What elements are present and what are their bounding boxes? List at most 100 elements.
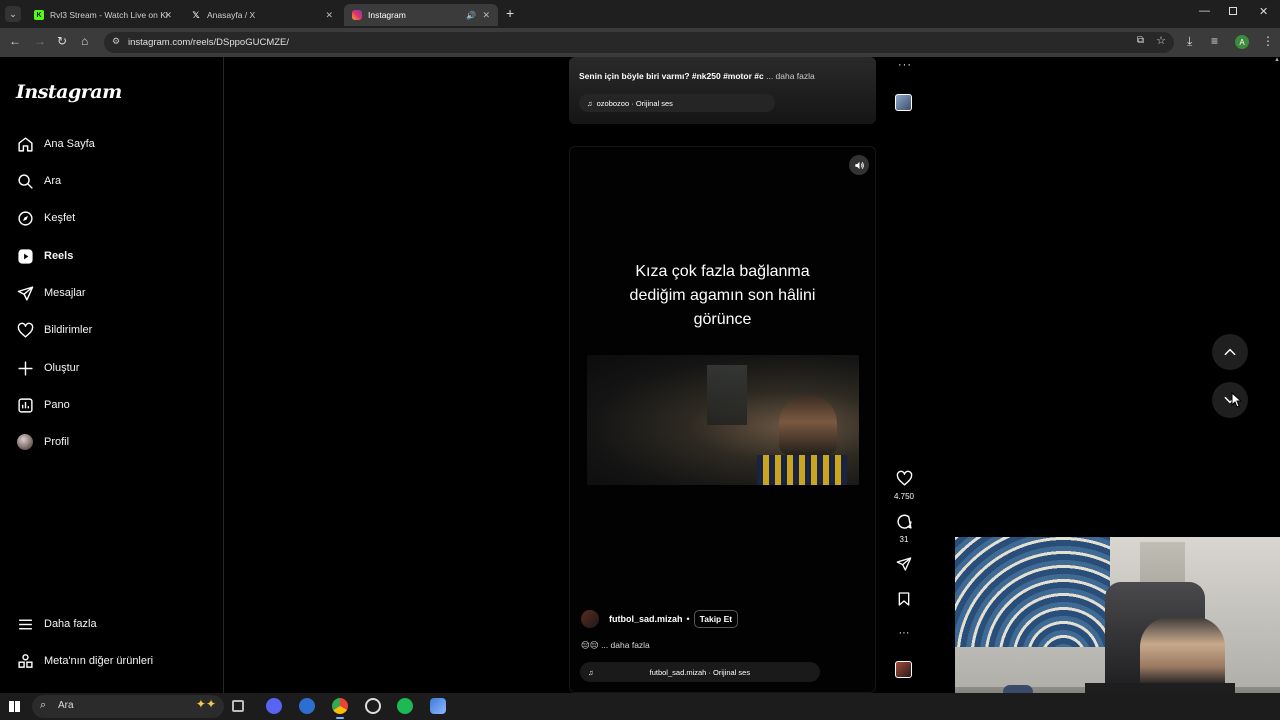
video-overlay-line-3: görünce [693,311,752,328]
music-note-icon: ♫ [587,98,593,108]
person-figure [779,395,837,455]
spotify-icon[interactable] [397,698,413,714]
tab-x[interactable]: 𝕏 Anasayfa / X ✕ [183,4,341,26]
home-icon[interactable]: ⌂ [81,34,88,48]
close-icon[interactable]: ✕ [325,10,333,21]
x-icon: 𝕏 [192,9,200,20]
kick-icon: K [34,10,44,20]
close-icon[interactable]: ✕ [482,10,490,21]
reel-card-previous[interactable]: Senin için böyle biri varmı? #nk250 #mot… [569,57,876,124]
tab-instagram[interactable]: Instagram 🔊 ✕ [344,4,498,26]
browser-address-bar: ← → ↻ ⌂ ⚙ instagram.com/reels/DSppoGUCMZ… [0,28,1280,57]
speaker-icon [854,161,864,169]
bookmark-star-icon[interactable]: ☆ [1156,34,1166,47]
comment-button[interactable] [893,513,915,532]
reel-caption: Senin için böyle biri varmı? #nk250 #mot… [579,71,815,81]
windows-start-icon[interactable] [9,701,20,712]
url-field[interactable]: ⚙ instagram.com/reels/DSppoGUCMZE/ ⧉ ☆ [104,32,1174,53]
menu-icon[interactable]: ⋮ [1262,34,1274,48]
sidebar-item-explore[interactable]: Keşfet [16,206,75,230]
compass-icon [16,209,34,227]
minimize-icon[interactable]: — [1199,5,1210,17]
reload-icon[interactable]: ↻ [57,34,67,48]
audio-pill[interactable]: ♫ ozobozoo · Orijinal ses [579,94,775,112]
sidebar-item-profile[interactable]: Profil [16,430,69,454]
more-menu-button[interactable]: Daha fazla [16,612,97,636]
video-overlay-line-1: Kıza çok fazla bağlanma [635,263,810,280]
like-button[interactable] [893,470,915,489]
sidebar-item-home[interactable]: Ana Sayfa [16,132,95,156]
close-icon[interactable]: ✕ [164,10,172,21]
tab-title: Rvl3 Stream - Watch Live on Ki [50,10,168,20]
audio-thumbnail[interactable] [895,94,912,111]
follow-button[interactable]: Takip Et [693,610,739,628]
app-circle-icon[interactable] [365,698,381,714]
share-button[interactable] [893,556,915,574]
more-options-icon[interactable]: ··· [893,627,915,639]
sidebar-item-create[interactable]: Oluştur [16,356,79,380]
save-button[interactable] [893,591,915,609]
send-icon [16,284,34,302]
previous-reel-button[interactable] [1212,334,1248,370]
new-tab-button[interactable]: + [506,5,514,21]
meta-products-button[interactable]: Meta'nın diğer ürünleri [16,649,153,673]
plus-icon [16,359,34,377]
scrollbar-thumb[interactable]: ▲ [1274,57,1280,63]
mute-toggle-button[interactable] [849,155,869,175]
tab-list-chevron-icon[interactable]: ⌄ [5,6,21,22]
music-note-icon: ♫ [588,667,594,677]
install-icon[interactable]: ⧉ [1137,35,1144,46]
profile-avatar[interactable]: A [1235,35,1249,49]
reels-icon [16,247,34,265]
site-info-icon[interactable]: ⚙ [112,36,120,47]
meta-label: Meta'nın diğer ürünleri [44,655,154,667]
sidebar-item-label: Pano [44,399,70,411]
reel-card-current[interactable]: Kıza çok fazla bağlanma dediğim agamın s… [569,146,876,693]
audio-pill[interactable]: ♫ futbol_sad.mizah · Orijinal ses [580,662,820,682]
sidebar-item-notifications[interactable]: Bildirimler [16,318,92,342]
search-icon: ⌕ [40,699,47,711]
taskbar-search-input[interactable]: ⌕ Ara ✦✦ [32,695,224,718]
tab-title: Anasayfa / X [207,10,256,20]
sidebar-item-search[interactable]: Ara [16,169,61,193]
more-link[interactable]: ... daha fazla [601,640,650,650]
sidebar-item-messages[interactable]: Mesajlar [16,281,86,305]
heart-icon [896,470,912,486]
sidebar-item-label: Bildirimler [44,324,93,336]
taskbar-search-label: Ara [58,700,74,711]
restore-icon[interactable] [1229,7,1237,15]
sidebar-item-label: Oluştur [44,362,80,374]
discord-icon[interactable] [266,698,282,714]
more-link[interactable]: ... daha fazla [766,71,815,81]
avatar-icon [16,433,34,451]
browser-tab-bar: ⌄ K Rvl3 Stream - Watch Live on Ki ✕ 𝕏 A… [0,0,1280,28]
app-diamond-icon[interactable] [430,698,446,714]
sidebar-item-reels[interactable]: Reels [16,244,73,268]
close-window-icon[interactable]: ✕ [1259,5,1268,18]
bookmark-icon [898,592,910,606]
speaker-icon[interactable]: 🔊 [466,11,476,20]
media-control-icon[interactable]: ≡ [1211,34,1218,48]
background-equipment [707,365,747,425]
instagram-icon [352,10,362,20]
author-avatar[interactable] [581,610,599,628]
hamburger-icon [16,615,34,633]
app-blue-icon[interactable] [299,698,315,714]
sidebar-item-dashboard[interactable]: Pano [16,393,70,417]
more-options-icon[interactable]: ··· [898,59,912,71]
chrome-icon[interactable] [332,698,348,714]
audio-thumbnail[interactable] [895,661,912,678]
back-icon[interactable]: ← [9,34,21,48]
tab-kick[interactable]: K Rvl3 Stream - Watch Live on Ki ✕ [26,4,180,26]
chevron-up-icon [1224,348,1236,356]
active-app-indicator [336,717,344,719]
sidebar-item-label: Ana Sayfa [44,138,95,150]
download-icon[interactable]: ⤓ [1187,34,1192,49]
task-view-icon[interactable] [232,700,244,712]
sidebar-item-label: Mesajlar [44,287,86,299]
forward-icon[interactable]: → [34,34,46,48]
sidebar-item-label: Reels [44,250,74,262]
url-text: instagram.com/reels/DSppoGUCMZE/ [128,37,290,48]
author-username[interactable]: futbol_sad.mizah [609,614,683,624]
instagram-logo[interactable]: Instagram [16,81,122,103]
